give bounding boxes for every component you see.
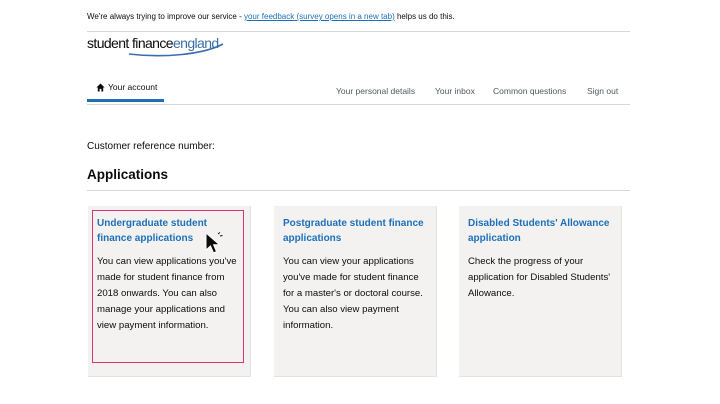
feedback-banner: We're always trying to improve our servi… — [87, 11, 630, 23]
card-undergraduate: Undergraduate student finance applicatio… — [88, 206, 251, 377]
logo-swoosh-icon — [128, 43, 224, 57]
card-postgraduate: Postgraduate student finance application… — [274, 206, 437, 377]
home-icon — [96, 83, 105, 92]
applications-heading: Applications — [87, 167, 169, 182]
customer-reference-label: Customer reference number: — [87, 141, 215, 152]
sfe-logo[interactable]: student financeengland — [87, 35, 224, 57]
nav-personal-details[interactable]: Your personal details — [336, 86, 415, 96]
card-dsa-text: Check the progress of your application f… — [468, 256, 611, 299]
nav-sign-out[interactable]: Sign out — [587, 86, 618, 96]
section-divider — [87, 190, 630, 191]
feedback-link[interactable]: your feedback (survey opens in a new tab… — [244, 12, 395, 21]
nav-your-account-label: Your account — [108, 82, 158, 92]
card-dsa: Disabled Students' Allowance application… — [459, 206, 622, 377]
card-dsa-link[interactable]: Disabled Students' Allowance application — [468, 216, 614, 246]
nav-divider — [87, 104, 630, 105]
card-postgraduate-link[interactable]: Postgraduate student finance application… — [283, 216, 429, 246]
account-nav: Your account Your personal details Your … — [87, 82, 630, 104]
nav-your-account[interactable]: Your account — [87, 82, 164, 102]
nav-inbox[interactable]: Your inbox — [435, 86, 475, 96]
header-divider — [87, 31, 630, 32]
feedback-prefix: We're always trying to improve our servi… — [87, 12, 244, 21]
feedback-suffix: helps us do this. — [394, 12, 455, 21]
card-postgraduate-text: You can view your applications you've ma… — [283, 256, 423, 331]
nav-common-questions[interactable]: Common questions — [493, 86, 566, 96]
card-undergraduate-text: You can view applications you've made fo… — [97, 256, 237, 331]
mouse-pointer-icon — [205, 232, 223, 254]
